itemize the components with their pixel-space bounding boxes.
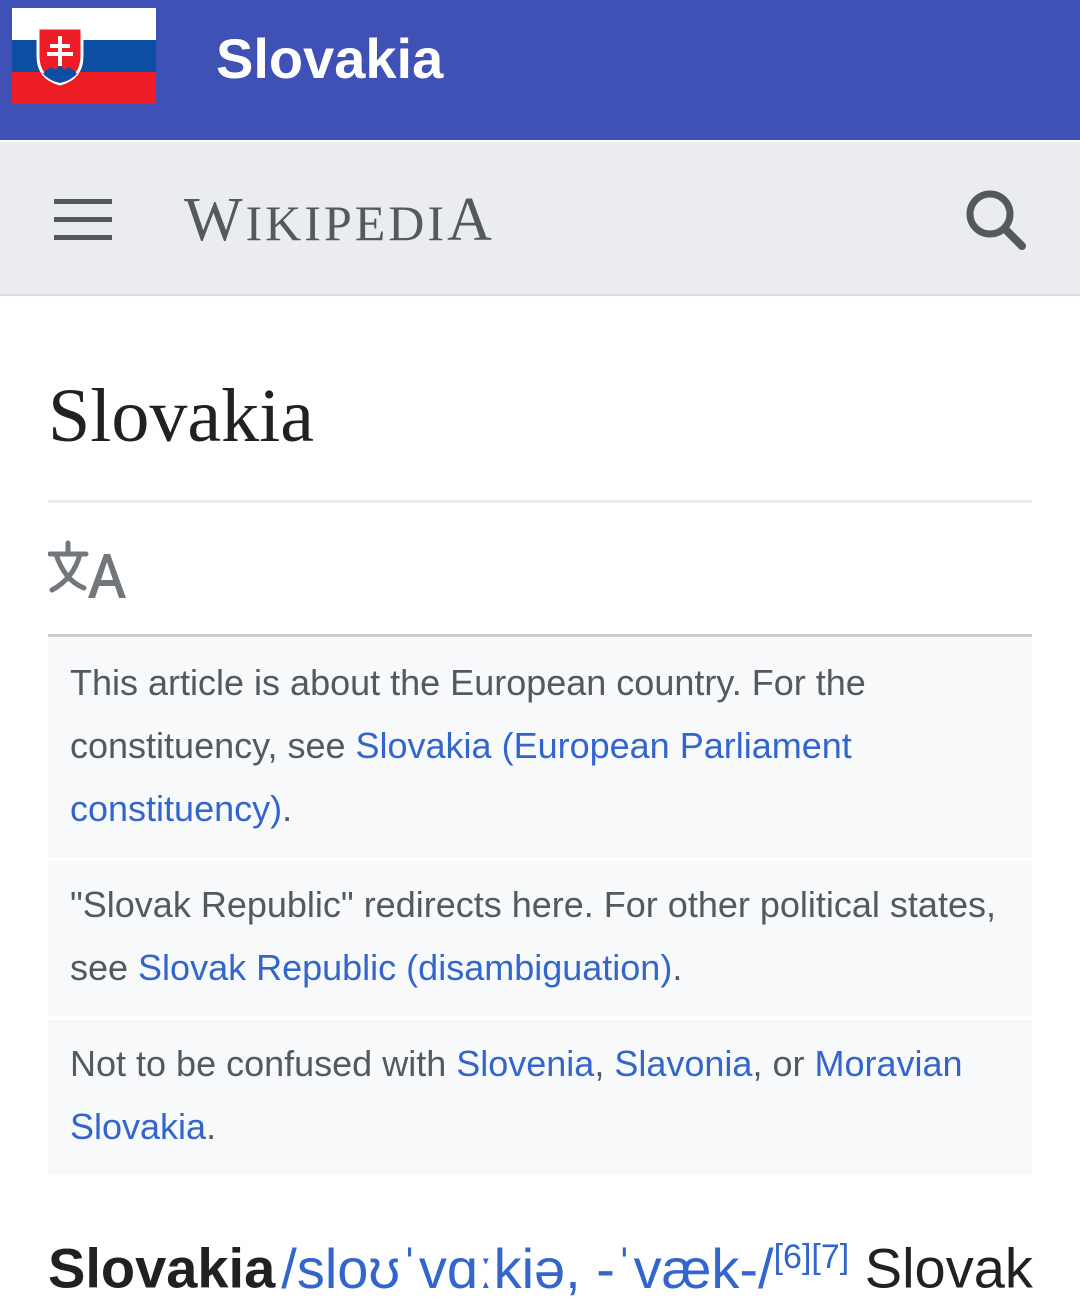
title-divider (48, 500, 1032, 503)
hatnote-slovak-republic: "Slovak Republic" redirects here. For ot… (48, 861, 1032, 1016)
slovakia-flag-icon (12, 8, 156, 104)
reference-links[interactable]: [6][7] (774, 1238, 850, 1276)
page-title: Slovakia (48, 374, 314, 458)
hatnote-text: . (672, 947, 683, 988)
ipa-pronunciation-link[interactable]: /sloʊˈvɑːkiə, -ˈvæk-/ (281, 1237, 773, 1300)
hatnote-constituency: This article is about the European count… (48, 637, 1032, 858)
wordmark-a: A (447, 186, 495, 254)
hatnote-text: , or (752, 1043, 815, 1084)
link-slavonia[interactable]: Slavonia (614, 1043, 752, 1084)
hamburger-menu-icon[interactable] (54, 197, 112, 243)
translate-language-icon[interactable] (48, 540, 128, 602)
hatnote-text: Not to be confused with (70, 1043, 457, 1084)
hatnote-text: . (282, 788, 293, 829)
wordmark-ikipedi: IKIPEDI (245, 195, 448, 251)
lead-bold-term: Slovakia (48, 1236, 276, 1300)
hatnote-not-confused: Not to be confused with Slovenia, Slavon… (48, 1020, 1032, 1175)
app-bar: Slovakia (0, 0, 1080, 140)
wikipedia-header (0, 142, 1080, 296)
wordmark-w: W (184, 186, 246, 254)
hatnote-text: . (206, 1106, 217, 1147)
link-slovenia[interactable]: Slovenia (456, 1043, 594, 1084)
search-icon[interactable] (962, 186, 1028, 252)
wikipedia-wordmark[interactable]: WIKIPEDIA (184, 180, 495, 263)
app-title: Slovakia (216, 27, 444, 90)
link-slovak-republic-disambiguation[interactable]: Slovak Republic (disambiguation) (138, 947, 672, 988)
hatnote-text: , (594, 1043, 615, 1084)
lead-paragraph: Slovakia/sloʊˈvɑːkiə, -ˈvæk-/[6][7] Slov… (48, 1222, 1033, 1304)
lead-text: Slovak (849, 1236, 1033, 1300)
